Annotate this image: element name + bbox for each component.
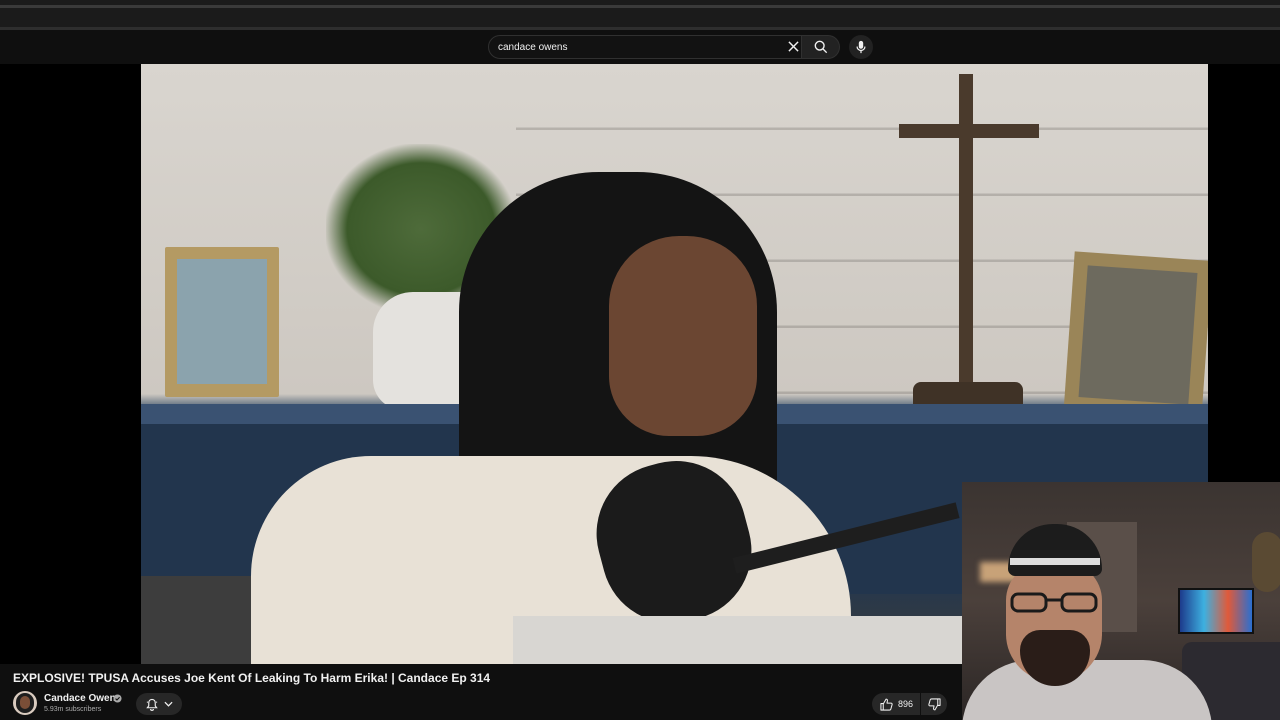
speaker-face	[609, 236, 757, 436]
streamer-shirt	[962, 660, 1212, 720]
voice-search-button[interactable]	[849, 35, 873, 59]
notifications-button[interactable]	[136, 693, 182, 715]
avatar[interactable]	[13, 691, 37, 715]
webcam-tv	[1178, 588, 1254, 634]
streamer-glasses	[1010, 592, 1098, 613]
thumbs-up-icon	[880, 698, 893, 711]
verified-check-icon	[113, 694, 122, 703]
clear-search-button[interactable]	[786, 39, 800, 53]
avatar-face	[20, 696, 30, 709]
browser-chrome	[0, 0, 1280, 30]
dislike-button[interactable]	[921, 693, 947, 715]
thumbs-down-icon	[927, 697, 941, 710]
desk	[513, 616, 963, 664]
crucifix-base	[913, 382, 1023, 406]
subscriber-count: 5.93m subscribers	[44, 706, 102, 713]
masthead	[0, 30, 1280, 64]
video-title: EXPLOSIVE! TPUSA Accuses Joe Kent Of Lea…	[13, 671, 491, 685]
crucifix-arm	[899, 124, 1039, 138]
mic-icon	[856, 40, 866, 54]
webcam-lamp	[1252, 532, 1280, 592]
search-button[interactable]	[802, 35, 840, 59]
channel-name[interactable]: Candace Owens	[44, 693, 121, 704]
search-icon	[814, 40, 827, 54]
picture	[177, 259, 267, 384]
search-box[interactable]	[488, 35, 802, 59]
webcam-overlay	[962, 482, 1280, 720]
bell-icon	[145, 698, 158, 711]
chevron-down-icon	[163, 701, 173, 707]
close-icon	[787, 40, 799, 52]
streamer-cap-band	[1010, 558, 1100, 565]
like-count: 896	[898, 699, 914, 709]
search-input[interactable]	[498, 39, 768, 55]
like-button[interactable]: 896	[872, 693, 920, 715]
picture-right	[1078, 265, 1198, 405]
chrome-strip	[0, 5, 1280, 8]
